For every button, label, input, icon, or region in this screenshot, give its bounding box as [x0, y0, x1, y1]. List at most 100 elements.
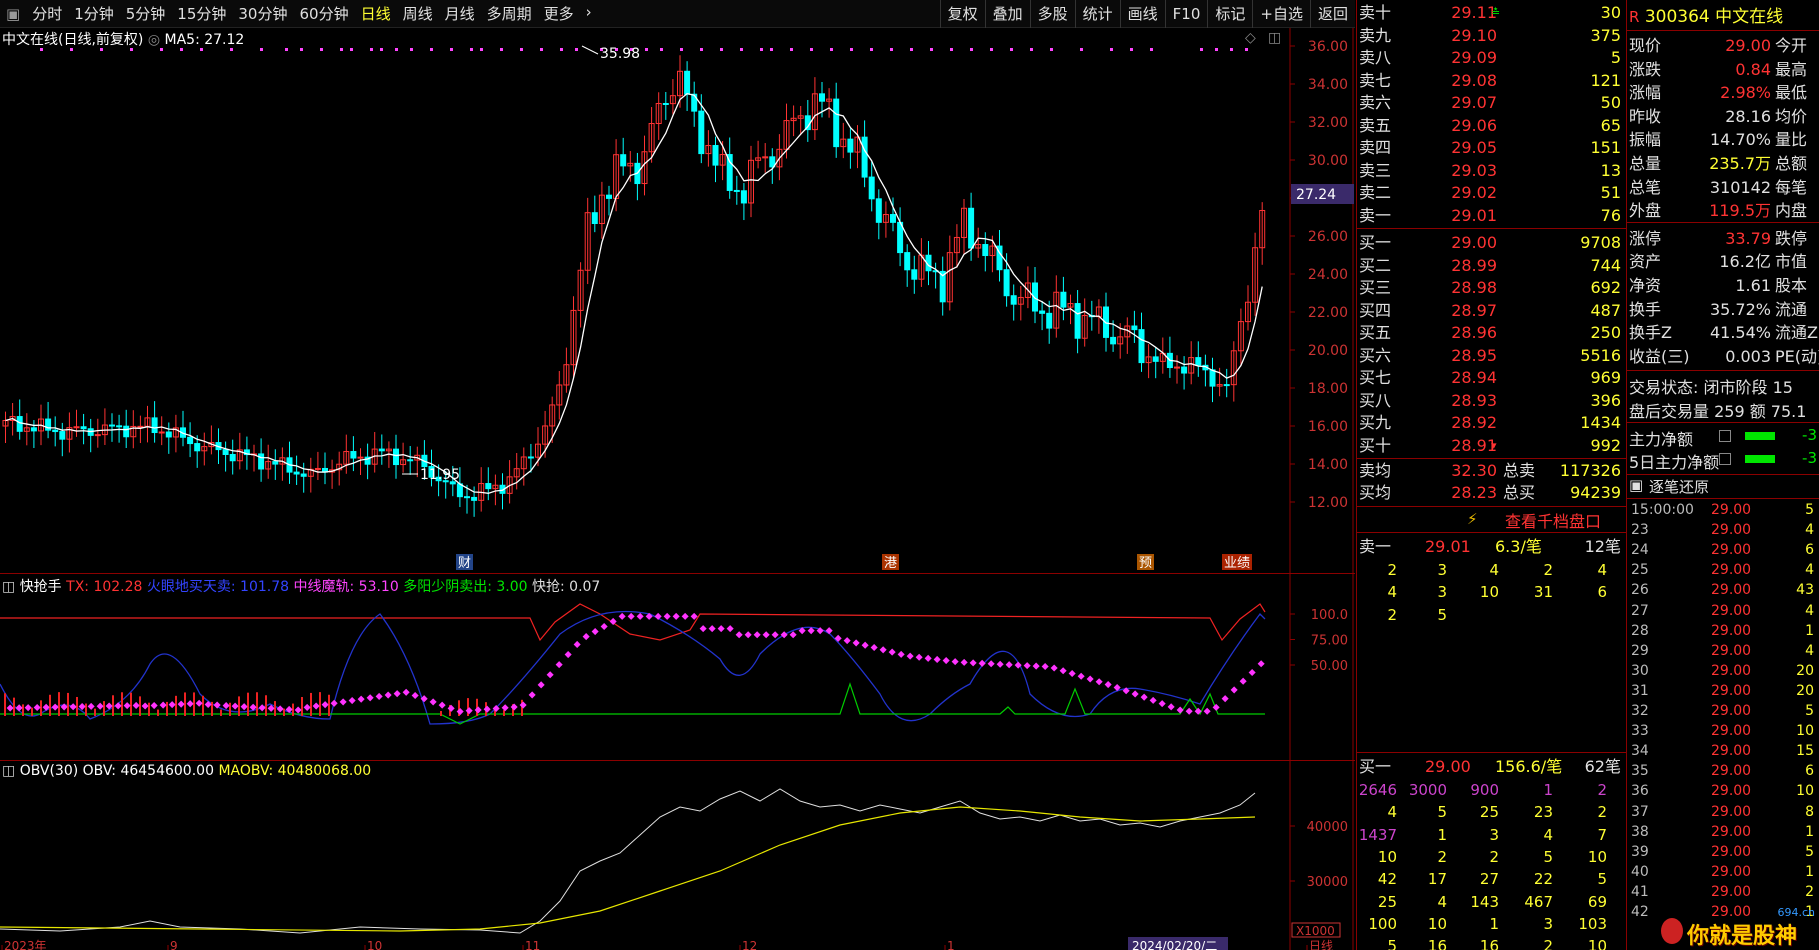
queue-count: 62笔	[1584, 757, 1621, 776]
period-tab[interactable]: 15分钟	[171, 3, 232, 24]
toolbar-button[interactable]: F10	[1164, 0, 1208, 28]
y-tick-label: 50.00	[1311, 659, 1348, 674]
zhongxian-dot	[519, 701, 527, 709]
zhongxian-dot	[1005, 661, 1013, 669]
buy1-queue-cell: 900	[1470, 781, 1499, 799]
tick-row: 36 29.00 10	[1627, 781, 1819, 801]
tick-panel-icon[interactable]: ▣	[1629, 476, 1643, 494]
tick-row: 32 29.00 5	[1627, 701, 1819, 721]
candle-body	[222, 449, 229, 455]
row-label: 买二	[1359, 255, 1392, 275]
signal-bar	[130, 692, 132, 716]
period-tab[interactable]: 分时	[26, 3, 68, 24]
toolbar-button[interactable]: 返回	[1309, 0, 1355, 28]
kline-chart[interactable]: 中文在线(日线,前复权) ◎ MA5: 27.12 ◇ ◫ 36.00 34.00…	[0, 28, 1355, 573]
toolbar-button[interactable]: 复权	[939, 0, 985, 28]
quote-key: 涨幅	[1629, 83, 1662, 103]
zhongxian-dot	[1149, 696, 1157, 704]
zhongxian-dot	[600, 622, 608, 631]
window-icon[interactable]: ▣	[0, 5, 26, 23]
tick-price: 29.00	[1711, 502, 1752, 518]
signal-dot	[770, 48, 773, 51]
period-tab[interactable]: 5分钟	[120, 3, 172, 24]
divider	[1357, 228, 1627, 229]
checkbox-icon[interactable]	[1719, 453, 1731, 465]
zhongxian-dot	[1176, 706, 1184, 714]
quote-key: 净资	[1629, 276, 1662, 295]
row-label: 卖四	[1359, 138, 1392, 157]
candle-body	[30, 427, 37, 432]
row-label: 卖七	[1359, 70, 1392, 90]
tick-time: 39	[1631, 843, 1649, 860]
tick-price: 29.00	[1711, 522, 1752, 539]
candle-body	[80, 426, 87, 430]
buy-level: 买二 28.99 744	[1357, 255, 1627, 277]
period-tab[interactable]: 60分钟	[293, 3, 354, 24]
signal-dot	[1215, 48, 1218, 51]
zhongxian-dot	[123, 702, 131, 710]
tick-price: 29.00	[1711, 743, 1752, 760]
tick-row: 31 29.00 20	[1627, 681, 1819, 701]
zhongxian-dot	[1104, 680, 1112, 689]
x-tick-label: 12	[742, 939, 757, 950]
toolbar-button[interactable]: 标记	[1207, 0, 1252, 28]
tick-row: 33 29.00 10	[1627, 721, 1819, 741]
signal-dot	[410, 48, 413, 51]
zhongxian-dot	[942, 657, 950, 665]
period-tab[interactable]: 1分钟	[68, 3, 120, 24]
zhongxian-dot	[375, 692, 383, 700]
zhongxian-dot	[411, 691, 419, 700]
zhongxian-dot	[402, 688, 410, 696]
quote-key2: 今开	[1775, 36, 1808, 55]
y-tick-label: 100.0	[1311, 608, 1348, 623]
zhongxian-dot	[33, 703, 41, 712]
tick-time: 29	[1631, 642, 1649, 659]
zhongxian-dot	[987, 660, 995, 668]
chevron-right-icon[interactable]: ›	[580, 3, 598, 24]
checkbox-icon[interactable]	[1719, 430, 1731, 442]
signal-bar	[139, 696, 141, 716]
tick-row: 26 29.00 43	[1627, 580, 1819, 600]
row-label: 买八	[1359, 390, 1392, 410]
x-tick-label: 2024/02/20/二	[1132, 939, 1217, 950]
period-tab[interactable]: 30分钟	[232, 3, 293, 24]
candle-body	[819, 93, 825, 102]
tick-volume: 20	[1796, 662, 1814, 679]
tick-volume: 4	[1805, 642, 1814, 659]
period-tab[interactable]: 多周期	[481, 3, 538, 24]
sell-level: 卖一 29.01 76	[1357, 205, 1627, 227]
divider	[1627, 222, 1819, 223]
kilo-orderbook-link[interactable]: 查看千档盘口	[1505, 508, 1601, 532]
zhongxian-dot	[1086, 675, 1094, 683]
zhongxian-dot	[897, 650, 905, 658]
toolbar-button[interactable]: 统计	[1074, 0, 1120, 28]
zhongxian-dot	[150, 702, 158, 710]
sell-level: 卖七 29.08 121	[1357, 70, 1627, 92]
row-volume: 1434	[1580, 413, 1621, 432]
toolbar-button[interactable]: 画线	[1119, 0, 1165, 28]
tick-row: 25 29.00 4	[1627, 560, 1819, 580]
buy1-queue-cell: 100	[1368, 914, 1397, 933]
zhongxian-dot	[24, 704, 32, 712]
candle-body	[890, 214, 896, 223]
period-tab[interactable]: 月线	[439, 3, 481, 24]
zhongxian-dot	[357, 695, 365, 703]
toolbar-button[interactable]: 叠加	[984, 0, 1030, 28]
toolbar-button[interactable]: 多股	[1029, 0, 1075, 28]
tick-row: 24 29.00 6	[1627, 540, 1819, 560]
buy1-queue-cell: 103	[1578, 914, 1607, 933]
indicator-obv[interactable]: ◫ OBV(30) OBV: 46454600.00 MAOBV: 404800…	[0, 760, 1355, 950]
quote-value: 35.72%	[1709, 299, 1771, 319]
signal-dot	[130, 48, 133, 51]
zhongxian-dot	[6, 704, 14, 712]
period-tab[interactable]: 周线	[397, 3, 439, 24]
tick-time: 15:00:00	[1631, 502, 1694, 518]
avg-label: 买均	[1359, 483, 1392, 502]
toolbar-button[interactable]: +自选	[1252, 0, 1310, 28]
quote-row: 换手Z 41.54% 流通Z	[1627, 321, 1819, 345]
period-tab[interactable]: 更多	[538, 3, 580, 24]
buy1-queue-cell: 2	[1437, 847, 1447, 866]
row-label: 卖八	[1359, 48, 1392, 67]
indicator-kuaiqiangshou[interactable]: ◫ 快抢手 TX: 102.28 火眼地买天卖: 101.78 中线魔轨: 53…	[0, 573, 1355, 761]
period-tab[interactable]: 日线	[355, 3, 397, 24]
